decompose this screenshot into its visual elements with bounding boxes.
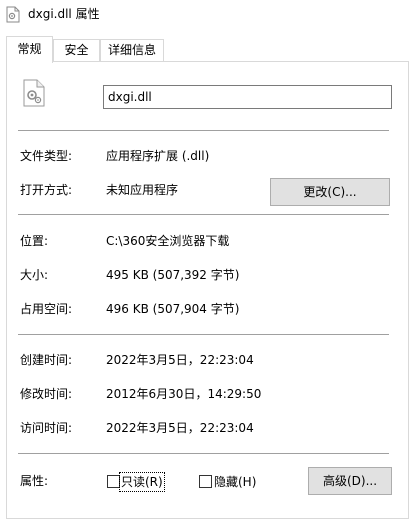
location-label: 位置: — [20, 234, 49, 248]
advanced-button[interactable]: 高级(D)... — [308, 467, 392, 495]
size-label: 大小: — [20, 268, 49, 282]
file-gear-icon — [6, 6, 20, 23]
advanced-button-label: 高级(D)... — [322, 474, 378, 488]
location-value: C:\360安全浏览器下载 — [106, 234, 230, 248]
opens-with-value: 未知应用程序 — [106, 183, 179, 197]
accessed-label: 访问时间: — [20, 421, 73, 435]
size-on-disk-label: 占用空间: — [20, 302, 73, 316]
attributes-label: 属性: — [20, 474, 49, 488]
tab-general[interactable]: 常规 — [6, 36, 53, 63]
change-button-label: 更改(C)... — [303, 185, 357, 199]
readonly-label[interactable]: 只读(R) — [119, 472, 165, 492]
readonly-checkbox[interactable] — [107, 475, 120, 488]
tab-strip: 常规 安全 详细信息 — [0, 36, 414, 63]
file-type-value: 应用程序扩展 (.dll) — [106, 149, 210, 163]
divider — [18, 214, 389, 215]
title-bar: dxgi.dll 属性 — [0, 0, 414, 30]
tab-security[interactable]: 安全 — [53, 39, 100, 62]
hidden-label[interactable]: 隐藏(H) — [214, 474, 256, 490]
opens-with-label: 打开方式: — [20, 183, 73, 197]
divider — [18, 453, 389, 454]
divider — [18, 334, 389, 335]
hidden-checkbox[interactable] — [199, 475, 212, 488]
size-on-disk-value: 496 KB (507,904 字节) — [106, 302, 240, 316]
tab-details[interactable]: 详细信息 — [100, 39, 164, 62]
modified-value: 2012年6月30日，14:29:50 — [106, 387, 262, 401]
change-button[interactable]: 更改(C)... — [270, 178, 390, 206]
created-value: 2022年3月5日，22:23:04 — [106, 353, 254, 367]
divider — [18, 130, 389, 131]
modified-label: 修改时间: — [20, 387, 73, 401]
window-title: dxgi.dll 属性 — [28, 7, 100, 21]
size-value: 495 KB (507,392 字节) — [106, 268, 240, 282]
file-name-field[interactable]: dxgi.dll — [103, 85, 392, 109]
accessed-value: 2022年3月5日，22:23:04 — [106, 421, 254, 435]
created-label: 创建时间: — [20, 353, 73, 367]
dll-file-icon — [23, 79, 45, 107]
file-type-label: 文件类型: — [20, 149, 73, 163]
